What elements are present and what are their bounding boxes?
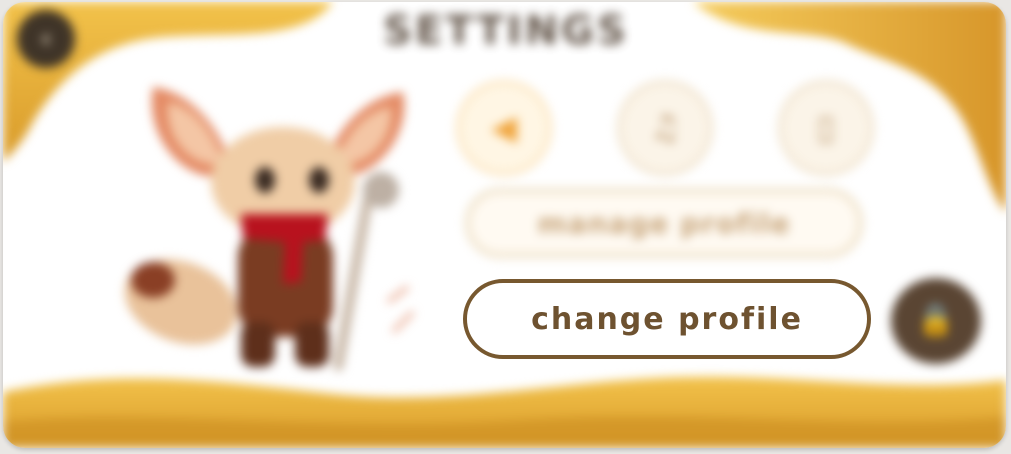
music-note-icon: ♫ [649, 108, 681, 148]
fennec-fox-mascot [124, 87, 415, 371]
music-toggle-button[interactable]: ♫ [617, 80, 713, 176]
manage-profile-button[interactable]: manage profile [465, 188, 863, 258]
back-arrow-icon: ‹ [40, 24, 52, 54]
sound-toggle-button[interactable]: ◀ [456, 80, 552, 176]
change-profile-button[interactable]: change profile [463, 279, 871, 359]
speaker-icon: ◀ [490, 108, 518, 148]
lock-button[interactable]: 🔒 [891, 278, 981, 364]
vibration-toggle-button[interactable]: ▯ [778, 80, 874, 176]
vibrate-phone-icon: ▯ [816, 108, 836, 148]
page-title: SETTINGS [383, 8, 629, 54]
lock-icon: 🔒 [917, 303, 955, 338]
settings-screen: ‹ SETTINGS ◀ ♫ ▯ manage profile change p… [3, 2, 1006, 448]
back-button[interactable]: ‹ [17, 10, 75, 68]
